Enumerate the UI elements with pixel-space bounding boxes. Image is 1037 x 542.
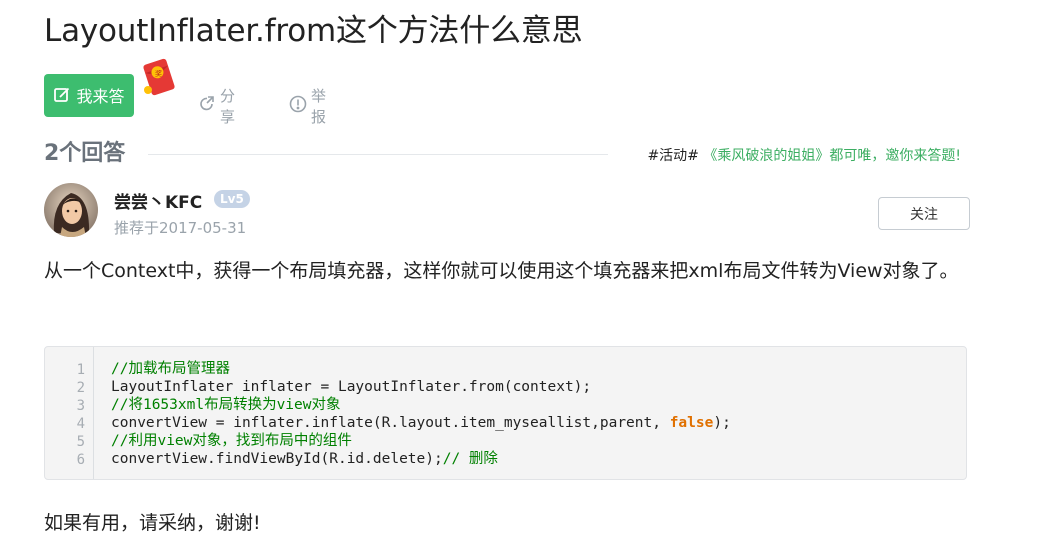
code-line: //将1653xml布局转换为view对象 xyxy=(111,397,341,413)
code-keyword: false xyxy=(669,415,714,431)
action-row: 我来答 奖 分享 举报 xyxy=(44,58,326,126)
code-block: 1 2 3 4 5 6 //加载布局管理器 LayoutInflater inf… xyxy=(44,346,967,480)
code-line: //利用view对象，找到布局中的组件 xyxy=(111,433,352,449)
share-label: 分享 xyxy=(220,87,236,126)
red-packet-text: 奖 xyxy=(155,69,162,78)
follow-button[interactable]: 关注 xyxy=(878,197,970,230)
share-link[interactable]: 分享 xyxy=(198,85,235,127)
code-line: convertView.findViewById(R.id.delete);//… xyxy=(111,450,498,468)
edit-icon xyxy=(53,86,71,104)
line-number: 4 xyxy=(76,416,85,432)
red-packet-icon[interactable]: 奖 xyxy=(140,57,178,97)
code-segment: convertView.findViewById(R.id.delete); xyxy=(111,451,443,467)
question-title: LayoutInflater.from这个方法什么意思 xyxy=(44,13,583,49)
code-line: convertView = inflater.inflate(R.layout.… xyxy=(111,414,731,432)
answers-header: 2个回答 #活动# 《乘风破浪的姐姐》都可唯，邀你来答题! xyxy=(44,138,969,172)
line-number: 1 xyxy=(76,362,85,378)
answer-author: 尝尝丶KFC Lv5 推荐于2017-05-31 关注 xyxy=(44,183,970,239)
line-number: 6 xyxy=(76,452,85,468)
activity-link[interactable]: #活动# 《乘风破浪的姐姐》都可唯，邀你来答题! xyxy=(647,145,961,165)
answer-button[interactable]: 我来答 奖 xyxy=(44,58,175,117)
report-icon xyxy=(289,95,307,117)
recommend-date: 推荐于2017-05-31 xyxy=(114,219,247,237)
code-line: LayoutInflater inflater = LayoutInflater… xyxy=(111,379,592,395)
line-number: 3 xyxy=(76,398,85,414)
code-gutter: 1 2 3 4 5 6 xyxy=(45,347,94,479)
code-segment: ); xyxy=(713,415,731,431)
report-label: 举报 xyxy=(311,87,327,126)
divider xyxy=(148,154,608,155)
code-segment: convertView = inflater.inflate(R.layout.… xyxy=(111,415,670,431)
closing-text: 如果有用，请采纳，谢谢! xyxy=(44,512,261,534)
code-line: //加载布局管理器 xyxy=(111,361,230,377)
report-link[interactable]: 举报 xyxy=(289,85,326,127)
activity-tag: #活动# xyxy=(647,148,699,164)
level-badge: Lv5 xyxy=(214,190,250,208)
answer-button-label: 我来答 xyxy=(76,87,125,106)
share-icon xyxy=(198,95,216,117)
page: LayoutInflater.from这个方法什么意思 我来答 奖 分享 举报 … xyxy=(0,0,1037,542)
code-comment: // 删除 xyxy=(442,451,498,467)
activity-text: 《乘风破浪的姐姐》都可唯，邀你来答题! xyxy=(703,148,961,164)
line-number: 2 xyxy=(76,380,85,396)
author-name[interactable]: 尝尝丶KFC xyxy=(114,188,202,213)
avatar[interactable] xyxy=(44,183,98,237)
line-number: 5 xyxy=(76,434,85,450)
answer-body: 从一个Context中，获得一个布局填充器，这样你就可以使用这个填充器来把xml… xyxy=(44,260,959,282)
answers-count: 2个回答 xyxy=(44,141,126,166)
